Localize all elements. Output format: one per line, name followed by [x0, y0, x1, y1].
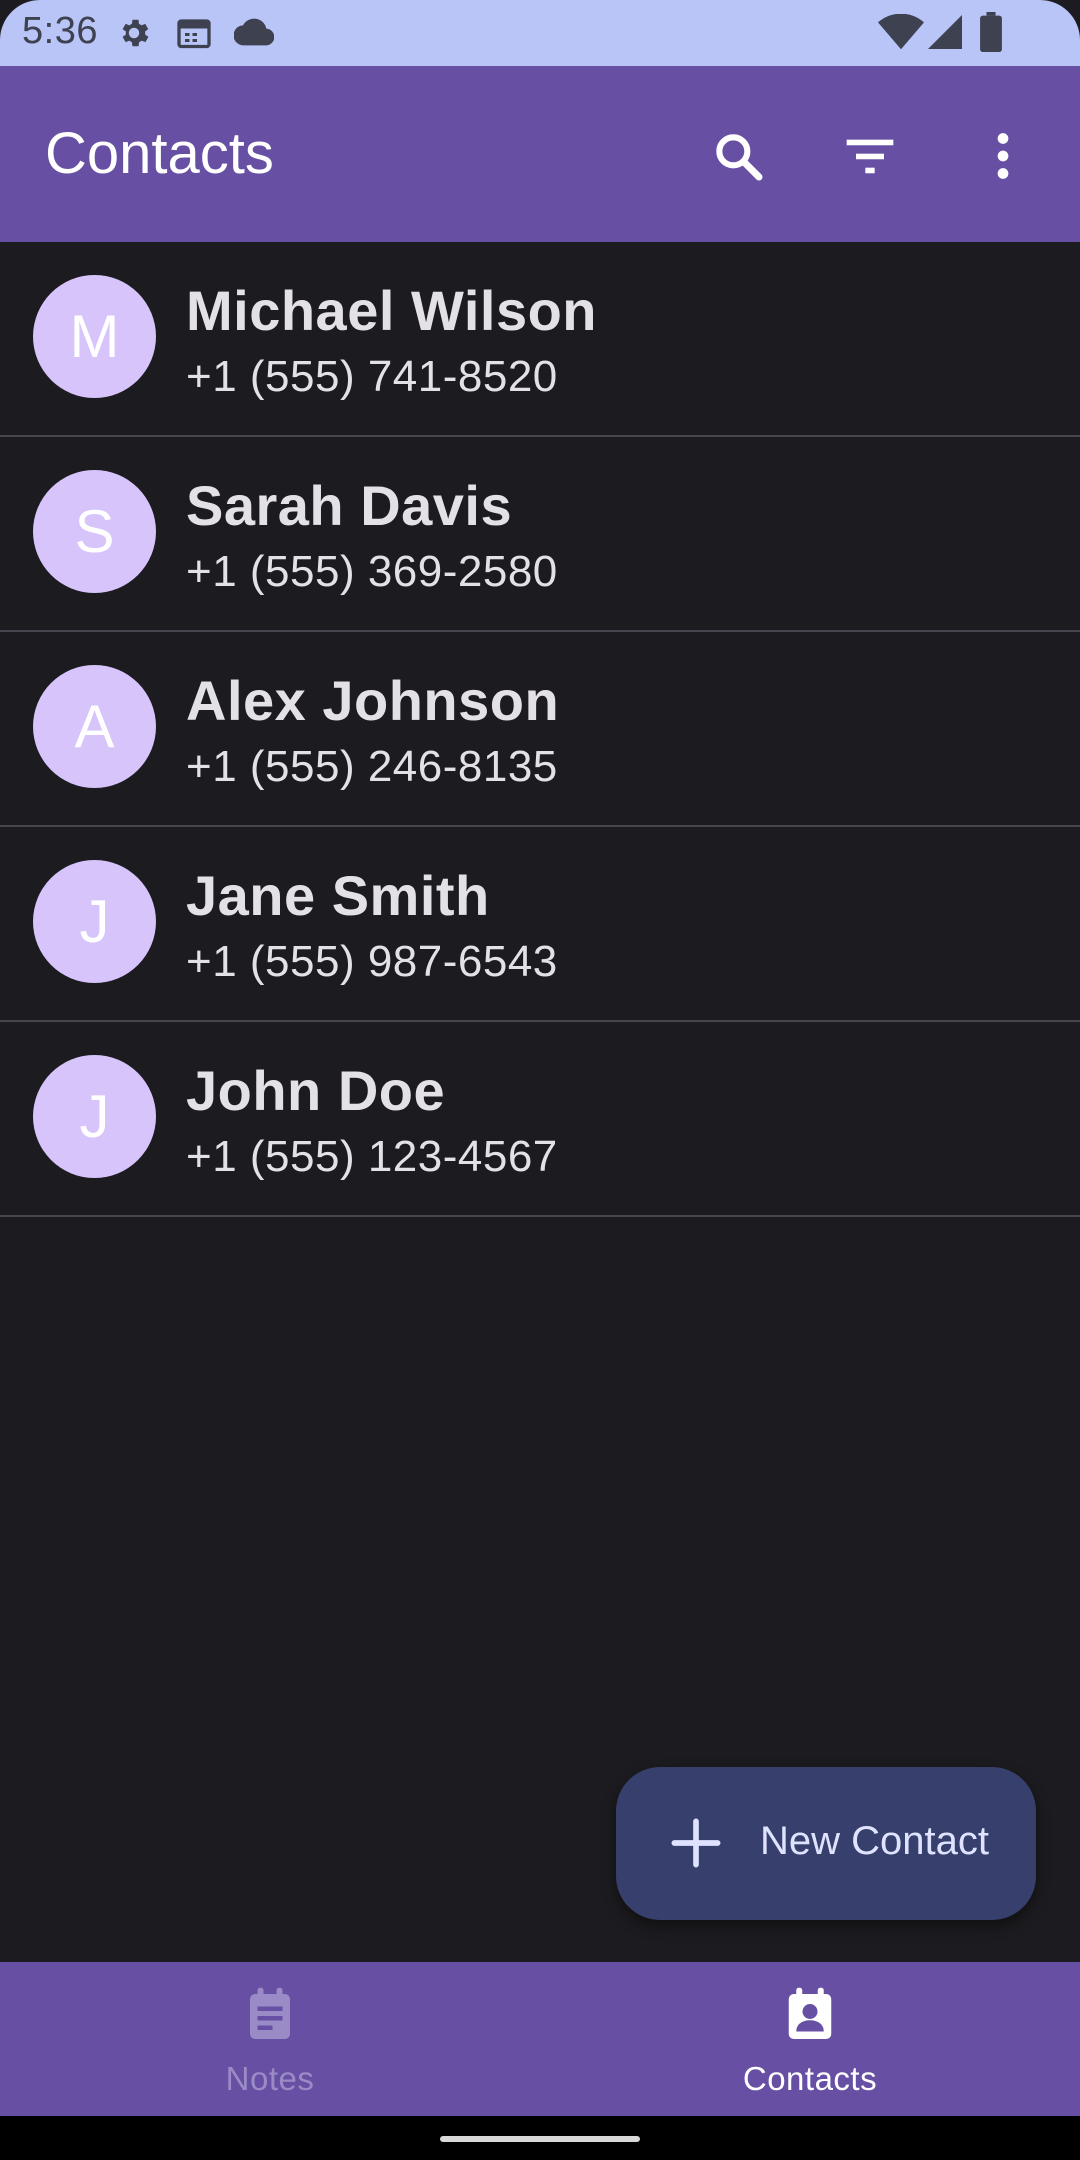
top-app-bar: Contacts: [0, 66, 1080, 242]
contact-list-item[interactable]: J John Doe +1 (555) 123-4567: [0, 1022, 1080, 1217]
contact-list-item[interactable]: J Jane Smith +1 (555) 987-6543: [0, 827, 1080, 1022]
avatar: J: [33, 860, 156, 983]
bottom-navigation: Notes Contacts: [0, 1962, 1080, 2116]
contacts-screen: 5:36 Contacts M Michael Wilson +1 (555) …: [0, 0, 1080, 2160]
search-button[interactable]: [698, 116, 778, 196]
battery-icon: [980, 12, 1002, 52]
status-bar: 5:36: [0, 0, 1080, 66]
search-icon: [716, 134, 763, 181]
nav-label-notes: Notes: [225, 2060, 315, 2097]
page-title: Contacts: [45, 121, 274, 186]
contact-phone: +1 (555) 369-2580: [186, 547, 558, 596]
filter-button[interactable]: [830, 116, 910, 196]
contact-list-item[interactable]: S Sarah Davis +1 (555) 369-2580: [0, 437, 1080, 632]
more-options-button[interactable]: [963, 116, 1043, 196]
contact-phone: +1 (555) 246-8135: [186, 742, 558, 791]
nav-item-contacts[interactable]: Contacts: [540, 1962, 1080, 2116]
nav-item-notes[interactable]: Notes: [0, 1962, 540, 2116]
contact-name: Sarah Davis: [186, 474, 513, 537]
calendar-icon: [176, 16, 212, 50]
more-vert-icon: [997, 133, 1009, 179]
new-contact-label: New Contact: [760, 1819, 989, 1863]
contact-name: Alex Johnson: [186, 669, 560, 732]
avatar: S: [33, 470, 156, 593]
home-handle[interactable]: [440, 2136, 640, 2142]
avatar: J: [33, 1055, 156, 1178]
gesture-bar: [0, 2116, 1080, 2160]
contact-phone: +1 (555) 987-6543: [186, 937, 558, 986]
avatar: A: [33, 665, 156, 788]
wifi-icon: [878, 14, 924, 50]
contact-list-item[interactable]: A Alex Johnson +1 (555) 246-8135: [0, 632, 1080, 827]
notes-icon: [250, 1987, 290, 2039]
nav-label-contacts: Contacts: [742, 2060, 878, 2097]
status-time: 5:36: [22, 10, 98, 52]
contact-name: Jane Smith: [186, 864, 490, 927]
contact-phone: +1 (555) 741-8520: [186, 352, 558, 401]
cloud-icon: [234, 18, 274, 46]
signal-icon: [928, 14, 962, 50]
filter-icon: [846, 139, 894, 174]
contact-phone: +1 (555) 123-4567: [186, 1132, 558, 1181]
new-contact-button[interactable]: New Contact: [616, 1767, 1036, 1920]
contact-name: Michael Wilson: [186, 279, 598, 342]
contacts-icon: [788, 1987, 832, 2039]
contact-list-item[interactable]: M Michael Wilson +1 (555) 741-8520: [0, 242, 1080, 437]
avatar: M: [33, 275, 156, 398]
contact-list: M Michael Wilson +1 (555) 741-8520 S Sar…: [0, 242, 1080, 1217]
gear-icon: [116, 15, 152, 51]
plus-icon: [671, 1818, 721, 1868]
contact-name: John Doe: [186, 1059, 446, 1122]
